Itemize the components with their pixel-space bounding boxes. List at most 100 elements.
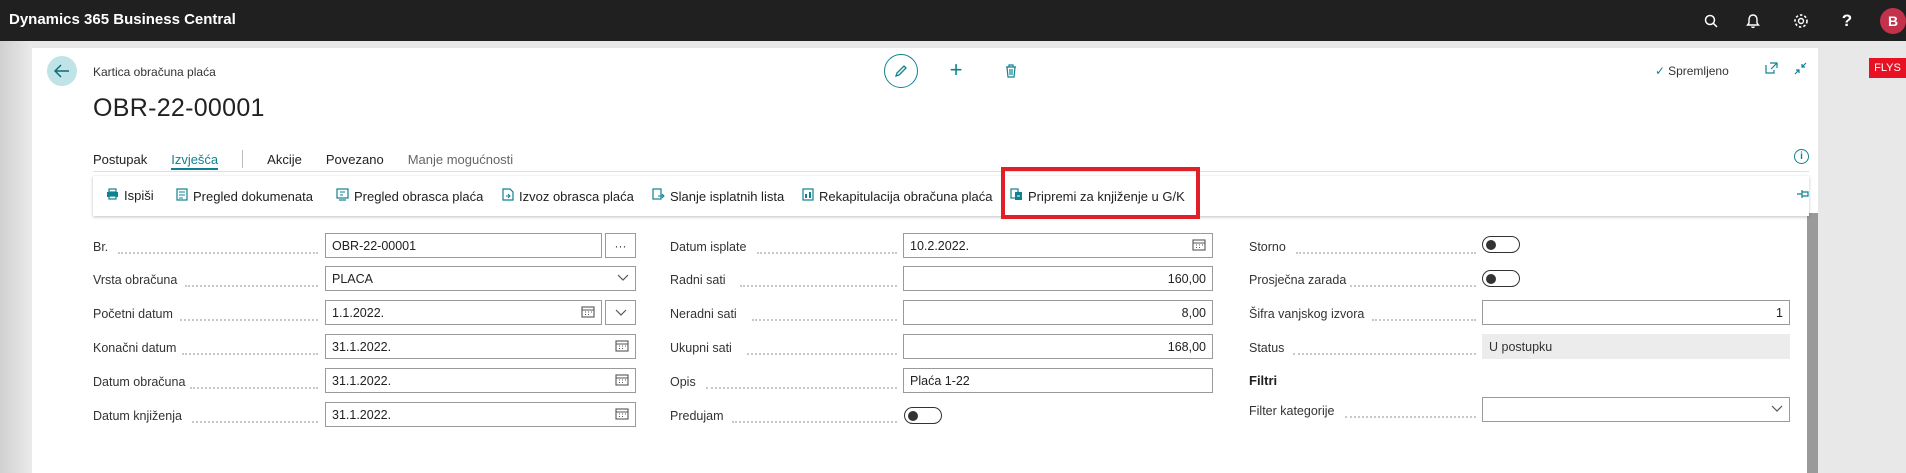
dot-leader [118, 252, 318, 254]
radni-sati-field[interactable]: 160,00 [903, 266, 1213, 291]
label-datum-knjizenja: Datum knjiženja [93, 409, 182, 423]
calendar-icon[interactable] [1192, 238, 1206, 254]
calendar-icon[interactable] [581, 305, 595, 321]
dot-leader [1345, 416, 1476, 418]
label-datum-obracuna: Datum obračuna [93, 375, 186, 389]
assist-button[interactable]: ··· [605, 233, 636, 258]
avatar[interactable]: B [1880, 8, 1906, 34]
datum-isplate-field[interactable]: 10.2.2022. [903, 233, 1213, 258]
label-storno: Storno [1249, 240, 1286, 254]
tabs-divider [93, 171, 1809, 172]
bell-icon[interactable] [1742, 10, 1764, 32]
status-field: U postupku [1482, 334, 1790, 359]
dot-leader [747, 353, 897, 355]
br-field[interactable]: OBR-22-00001 [325, 233, 602, 258]
tab-divider [242, 150, 244, 168]
neradni-sati-field[interactable]: 8,00 [903, 300, 1213, 325]
report-icon [802, 188, 814, 204]
calendar-icon[interactable] [615, 407, 629, 423]
ukupni-sati-field[interactable]: 168,00 [903, 334, 1213, 359]
action-slanje-isplatnih-lista[interactable]: Slanje isplatnih lista [652, 188, 784, 204]
dot-leader [1372, 319, 1476, 321]
delete-button[interactable] [1000, 59, 1022, 83]
scrollbar[interactable] [1807, 213, 1818, 473]
popout-icon[interactable] [1765, 62, 1778, 77]
calendar-icon[interactable] [615, 339, 629, 355]
ellipsis-icon: ··· [614, 238, 627, 253]
date-dropdown-button[interactable] [605, 300, 636, 325]
konacni-datum-field[interactable]: 31.1.2022. [325, 334, 636, 359]
label-status: Status [1249, 341, 1285, 355]
dot-leader [182, 353, 318, 355]
app-title[interactable]: Dynamics 365 Business Central [9, 11, 236, 28]
edit-button[interactable] [884, 54, 918, 88]
dot-leader [180, 319, 318, 321]
chevron-down-icon [615, 309, 626, 316]
dot-leader [740, 285, 897, 287]
label-radni-sati: Radni sati [670, 273, 726, 287]
pocetni-datum-field[interactable]: 1.1.2022. [325, 300, 602, 325]
collapse-icon[interactable] [1794, 62, 1807, 78]
dot-leader [1293, 353, 1476, 355]
action-rekapitulacija[interactable]: Rekapitulacija obračuna plaća [802, 188, 992, 204]
datum-knjizenja-field[interactable]: 31.1.2022. [325, 402, 636, 427]
tab-povezano[interactable]: Povezano [326, 152, 384, 167]
label-neradni-sati: Neradni sati [670, 307, 737, 321]
filter-kategorije-select[interactable] [1482, 397, 1790, 422]
info-icon[interactable]: i [1794, 149, 1809, 164]
action-pregled-dokumenata[interactable]: Pregled dokumenata [176, 188, 313, 204]
dot-leader [1350, 285, 1476, 287]
export-icon [502, 188, 514, 204]
dot-leader [732, 421, 897, 423]
dot-leader [752, 319, 897, 321]
label-predujam: Predujam [670, 409, 724, 423]
breadcrumb: Kartica obračuna plaća [93, 65, 216, 79]
dot-leader [757, 252, 897, 254]
prosjecna-zarada-toggle[interactable] [1482, 270, 1520, 287]
dot-leader [190, 387, 318, 389]
sifra-vanjskog-izvora-field[interactable]: 1 [1482, 300, 1790, 325]
label-prosjecna-zarada: Prosječna zarada [1249, 273, 1347, 287]
tab-akcije[interactable]: Akcije [267, 152, 302, 167]
storno-toggle[interactable] [1482, 236, 1520, 253]
datum-obracuna-field[interactable]: 31.1.2022. [325, 368, 636, 393]
dot-leader [1296, 252, 1476, 254]
dot-leader [706, 387, 897, 389]
dot-leader [192, 421, 318, 423]
action-bar: Ispiši Pregled dokumenata Pregled obrasc… [93, 176, 1809, 216]
tab-manje-mogucnosti[interactable]: Manje mogućnosti [408, 152, 514, 167]
label-datum-isplate: Datum isplate [670, 240, 747, 254]
action-izvoz-obrasca[interactable]: Izvoz obrasca plaća [502, 188, 634, 204]
action-pregled-obrasca[interactable]: Pregled obrasca plaća [336, 188, 483, 204]
chevron-down-icon [1771, 402, 1783, 416]
environment-badge: FLYS [1869, 58, 1906, 78]
saved-status: ✓ Spremljeno [1655, 64, 1729, 78]
new-button[interactable]: + [945, 57, 967, 82]
send-icon [652, 188, 665, 204]
chevron-down-icon [617, 271, 629, 285]
vrsta-obracuna-select[interactable]: PLACA [325, 266, 636, 291]
page-shadow [0, 41, 32, 473]
arrow-left-icon [54, 64, 69, 78]
label-br: Br. [93, 240, 109, 254]
action-ispisi[interactable]: Ispiši [106, 188, 154, 203]
search-icon[interactable] [1700, 10, 1722, 32]
gear-icon[interactable] [1790, 10, 1812, 32]
help-icon[interactable]: ? [1836, 10, 1858, 32]
tab-izvjesca[interactable]: Izvješća [171, 152, 218, 170]
label-vrsta-obracuna: Vrsta obračuna [93, 273, 178, 287]
plus-icon: + [949, 57, 963, 82]
label-ukupni-sati: Ukupni sati [670, 341, 732, 355]
calendar-icon[interactable] [615, 373, 629, 389]
printer-icon [106, 188, 119, 203]
back-button[interactable] [47, 56, 77, 86]
page-title: OBR-22-00001 [93, 94, 265, 122]
label-pocetni-datum: Početni datum [93, 307, 173, 321]
predujam-toggle[interactable] [904, 407, 942, 424]
tab-postupak[interactable]: Postupak [93, 152, 147, 167]
document-view-icon [176, 188, 188, 204]
opis-field[interactable]: Plaća 1-22 [903, 368, 1213, 393]
highlight-frame [1001, 167, 1200, 219]
check-icon: ✓ [1655, 64, 1666, 78]
pin-icon[interactable] [1796, 188, 1810, 202]
